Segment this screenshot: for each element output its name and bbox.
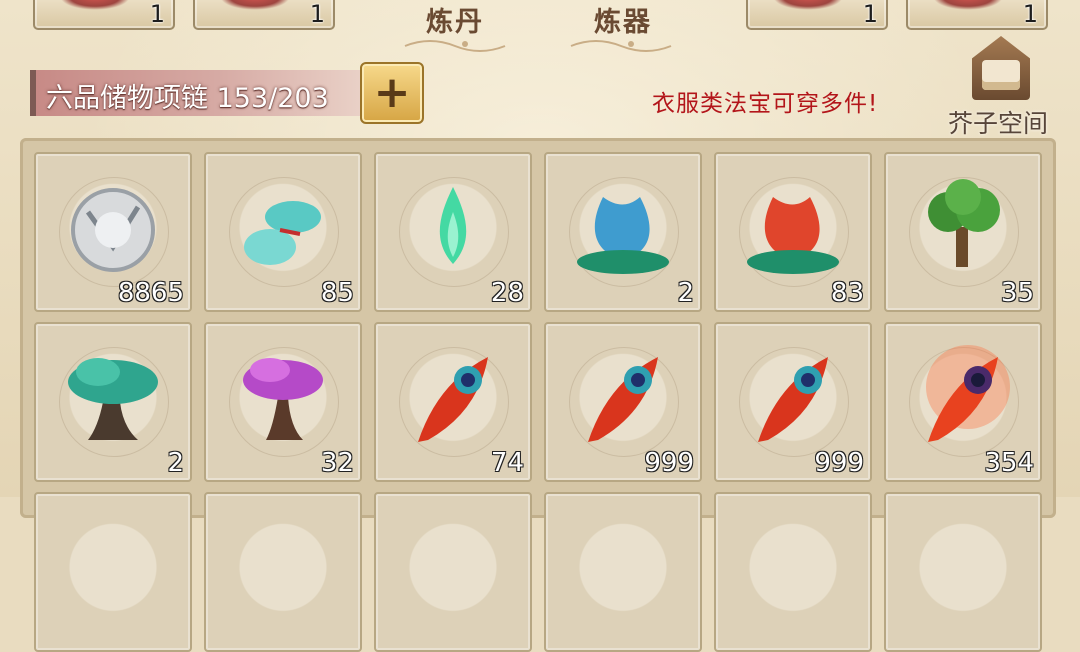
inventory-item[interactable]: 83	[714, 152, 872, 312]
chest-lid	[982, 60, 1020, 90]
item-count: 2	[677, 278, 694, 308]
phoenix-feather-icon	[588, 357, 658, 442]
inventory-item[interactable]: 74	[374, 322, 532, 482]
purple-tree-icon	[243, 358, 323, 440]
swirl-ornament	[404, 40, 506, 52]
inventory-item[interactable]: 2	[34, 322, 192, 482]
teal-tree-icon	[68, 358, 158, 440]
inventory-item[interactable]: 8865	[34, 152, 192, 312]
inventory-item[interactable]	[884, 492, 1042, 652]
equipped-slot[interactable]: 1	[193, 0, 335, 30]
equipped-slot[interactable]: 1	[33, 0, 175, 30]
inventory-item[interactable]	[714, 492, 872, 652]
equipped-slot[interactable]: 1	[906, 0, 1048, 30]
blue-water-drop-icon	[577, 197, 669, 274]
inventory-item[interactable]	[544, 492, 702, 652]
inventory-item[interactable]	[374, 492, 532, 652]
inventory-item[interactable]: 999	[714, 322, 872, 482]
item-count: 999	[644, 448, 694, 478]
item-count: 74	[490, 448, 524, 478]
item-count: 999	[814, 448, 864, 478]
equip-bow-icon	[60, 0, 130, 10]
item-count: 8865	[117, 278, 184, 308]
inventory-item[interactable]: 28	[374, 152, 532, 312]
item-count: 83	[830, 278, 864, 308]
equip-talisman-icon	[933, 0, 1003, 10]
plus-icon: +	[373, 67, 411, 118]
slot-count: 1	[862, 0, 878, 28]
inventory-item[interactable]: 2	[544, 152, 702, 312]
item-count: 85	[320, 278, 354, 308]
mustard-space-button[interactable]: 芥子空间	[944, 36, 1062, 140]
jade-gourd-icon	[244, 201, 321, 265]
inventory-item[interactable]	[34, 492, 192, 652]
expand-storage-button[interactable]: +	[360, 62, 424, 124]
inventory-item[interactable]: 85	[204, 152, 362, 312]
slot-count: 1	[149, 0, 165, 28]
storage-name: 六品储物项链 153/203	[46, 83, 329, 114]
inventory-item[interactable]	[204, 492, 362, 652]
storage-name-bar: 六品储物项链 153/203	[30, 70, 366, 116]
item-count: 32	[320, 448, 354, 478]
silver-disc-icon	[71, 188, 155, 272]
slot-count: 1	[1022, 0, 1038, 28]
red-water-drop-icon	[747, 197, 839, 274]
equip-charm-icon	[773, 0, 843, 10]
glowing-phoenix-feather-icon	[926, 345, 1010, 442]
green-flame-icon	[439, 187, 467, 264]
inventory-item[interactable]: 32	[204, 322, 362, 482]
item-count: 28	[490, 278, 524, 308]
equipped-slot[interactable]: 1	[746, 0, 888, 30]
phoenix-feather-icon	[418, 357, 488, 442]
inventory-item[interactable]: 999	[544, 322, 702, 482]
phoenix-feather-icon	[758, 357, 828, 442]
item-count: 2	[167, 448, 184, 478]
equip-sword-icon	[220, 0, 290, 10]
inventory-item[interactable]: 354	[884, 322, 1042, 482]
green-tree-icon	[928, 179, 1000, 267]
slot-count: 1	[309, 0, 325, 28]
item-count: 35	[1000, 278, 1034, 308]
inventory-item[interactable]: 35	[884, 152, 1042, 312]
swirl-ornament	[570, 40, 672, 52]
item-count: 354	[984, 448, 1034, 478]
notice-text: 衣服类法宝可穿多件!	[652, 91, 879, 117]
mustard-space-label: 芥子空间	[948, 109, 1049, 138]
